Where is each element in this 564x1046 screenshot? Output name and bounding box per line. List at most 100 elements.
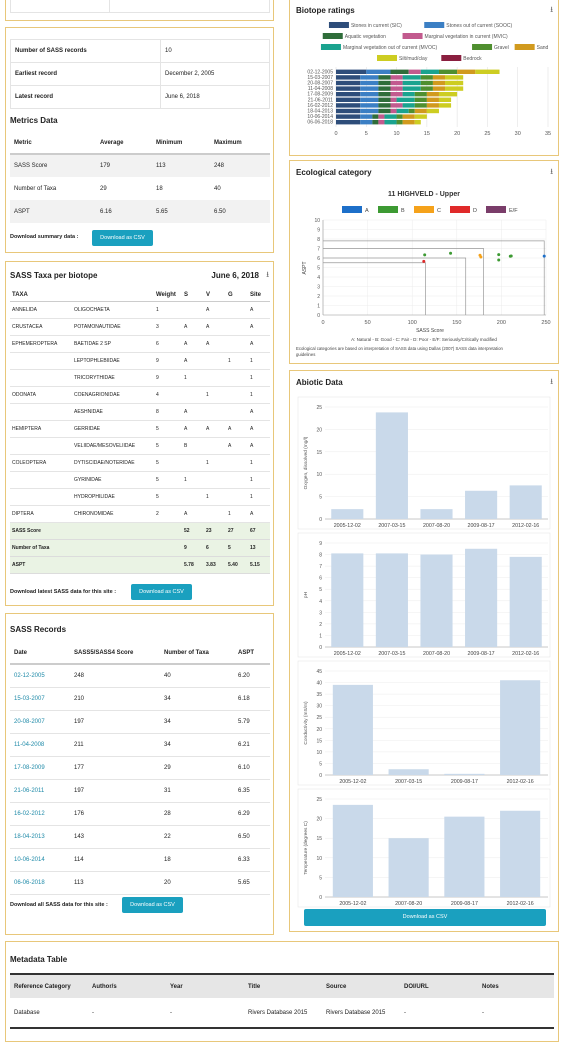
metadata-cell: Rivers Database 2015 [248, 1009, 308, 1016]
record-date-link[interactable]: 11-04-2008 [10, 733, 70, 756]
abiotic-download-button[interactable]: Download as CSV [304, 909, 546, 926]
eco-chart-title: 11 HIGHVELD - Upper [388, 191, 460, 198]
biotope-bar [457, 69, 476, 74]
abiotic-bar [500, 810, 541, 897]
eco-note: Ecological categories are based on inter… [296, 346, 503, 351]
y-tick-label: 0 [319, 895, 322, 901]
record-cell: 6.33 [238, 856, 250, 863]
metadata-header: Title [248, 983, 261, 990]
record-row: 17-08-2009 177 29 6.10 [10, 756, 270, 779]
taxa-cell [10, 437, 72, 454]
record-cell: 177 [74, 764, 85, 771]
biotope-bar [414, 108, 427, 114]
records-download-button[interactable]: Download as CSV [122, 897, 183, 913]
legend-swatch [328, 22, 349, 28]
biotope-bar [475, 69, 500, 74]
y-tick-label: 30 [316, 704, 322, 710]
y-tick-label: 10 [314, 218, 320, 224]
download-icon[interactable]: ⭳ [550, 376, 553, 390]
record-date-link[interactable]: 16-02-2012 [10, 802, 70, 825]
taxa-header: Weight [156, 291, 176, 298]
legend-swatch [486, 206, 506, 213]
y-tick-label: 0 [317, 313, 320, 319]
biotope-bar [432, 80, 446, 86]
summary-label: Earliest record [10, 62, 161, 86]
record-date-link[interactable]: 06-06-2018 [10, 871, 70, 894]
x-tick-label: 200 [497, 320, 506, 326]
record-date-link[interactable]: 15-03-2007 [10, 687, 70, 710]
taxa-row: DIPTERA CHIRONOMIDAE 2 A 1 A [10, 505, 270, 522]
y-tick-label: 25 [316, 797, 322, 803]
y-tick-label: 9 [317, 228, 320, 234]
summary-value: 10 [160, 39, 270, 63]
metrics-download-button[interactable]: Download as CSV [92, 230, 153, 246]
legend-label: Aquatic vegetation [345, 34, 386, 40]
biotope-bar [438, 92, 458, 97]
legend-label: Stones in current (SIC) [351, 23, 402, 29]
y-tick-label: 06-06-2018 [307, 120, 333, 126]
legend-label: Silt/mud/clay [399, 56, 428, 62]
biotope-bar [445, 86, 464, 91]
biotope-bar [390, 97, 397, 102]
taxa-cell: 1 [250, 391, 253, 398]
record-date-link[interactable]: 20-08-2007 [10, 710, 70, 733]
eco-point [542, 254, 546, 258]
biotope-bar [396, 120, 403, 125]
biotope-bar [402, 75, 421, 80]
biotope-bar [432, 86, 446, 91]
taxa-cell: A [184, 408, 188, 415]
record-date-link[interactable]: 10-06-2014 [10, 848, 70, 871]
download-icon[interactable]: ⭳ [550, 166, 553, 180]
biotope-bar [390, 108, 397, 114]
eco-point [449, 251, 453, 255]
x-tick-label: 2007-08-20 [395, 901, 422, 907]
biotope-bar [378, 103, 391, 108]
taxa-cell: AESHNIDAE [74, 408, 103, 415]
taxa-total-cell: Number of Taxa [12, 544, 50, 551]
metrics-cell: 179 [96, 154, 152, 177]
metrics-cell: 18 [152, 177, 210, 200]
summary-panel: Number of SASS records 10 Earliest record… [5, 27, 274, 253]
taxa-cell: 6 [156, 340, 159, 347]
biotope-bar [378, 80, 391, 86]
x-tick-label: 35 [545, 131, 551, 137]
record-date-link[interactable]: 21-06-2011 [10, 779, 70, 802]
biotope-bar [384, 120, 397, 125]
metadata-header: Author/s [92, 983, 117, 990]
taxa-total-cell: 9 [184, 544, 187, 551]
record-cell: 22 [164, 833, 171, 840]
record-row: 06-06-2018 113 20 5.65 [10, 871, 270, 894]
y-tick-label: 0 [319, 773, 322, 779]
taxa-cell: EPHEMEROPTERA [12, 340, 58, 347]
taxa-cell: A [184, 357, 188, 364]
biotope-bar [414, 120, 421, 125]
download-icon[interactable]: ⭳ [266, 269, 269, 283]
record-row: 20-08-2007 197 34 5.79 [10, 710, 270, 733]
category-boundary [323, 248, 484, 315]
taxa-download-button[interactable]: Download as CSV [131, 584, 192, 600]
record-row: 16-02-2012 176 28 6.29 [10, 802, 270, 825]
taxa-row: HEMIPTERA GERRIDAE 5 A A A A [10, 420, 270, 437]
record-cell: 197 [74, 718, 85, 725]
record-cell: 5.65 [238, 879, 250, 886]
download-icon[interactable]: ⭳ [550, 4, 553, 18]
record-date-link[interactable]: 02-12-2005 [10, 664, 70, 687]
biotope-bar [408, 69, 421, 74]
biotope-bar [360, 80, 379, 86]
taxa-cell [10, 471, 72, 488]
record-date-link[interactable]: 18-04-2013 [10, 825, 70, 848]
taxa-cell [204, 437, 226, 454]
abiotic-bar [465, 490, 498, 519]
record-row: 10-06-2014 114 18 6.33 [10, 848, 270, 871]
taxa-cell [226, 454, 248, 471]
taxa-total-row: ASPT 5.78 3.83 5.40 5.15 [10, 556, 270, 573]
record-date-link[interactable]: 17-08-2009 [10, 756, 70, 779]
taxa-cell: DYTISCIDAE/NOTERIDAE [74, 459, 135, 466]
taxa-cell [204, 403, 226, 420]
x-tick-label: 2012-02-16 [507, 779, 534, 785]
x-tick-label: 5 [365, 131, 368, 137]
taxa-row: COLEOPTERA DYTISCIDAE/NOTERIDAE 5 1 1 [10, 454, 270, 471]
taxa-cell [10, 488, 72, 505]
taxa-cell [204, 505, 226, 522]
y-axis-label: Oxygen, dissolved (mg/l) [303, 436, 309, 489]
